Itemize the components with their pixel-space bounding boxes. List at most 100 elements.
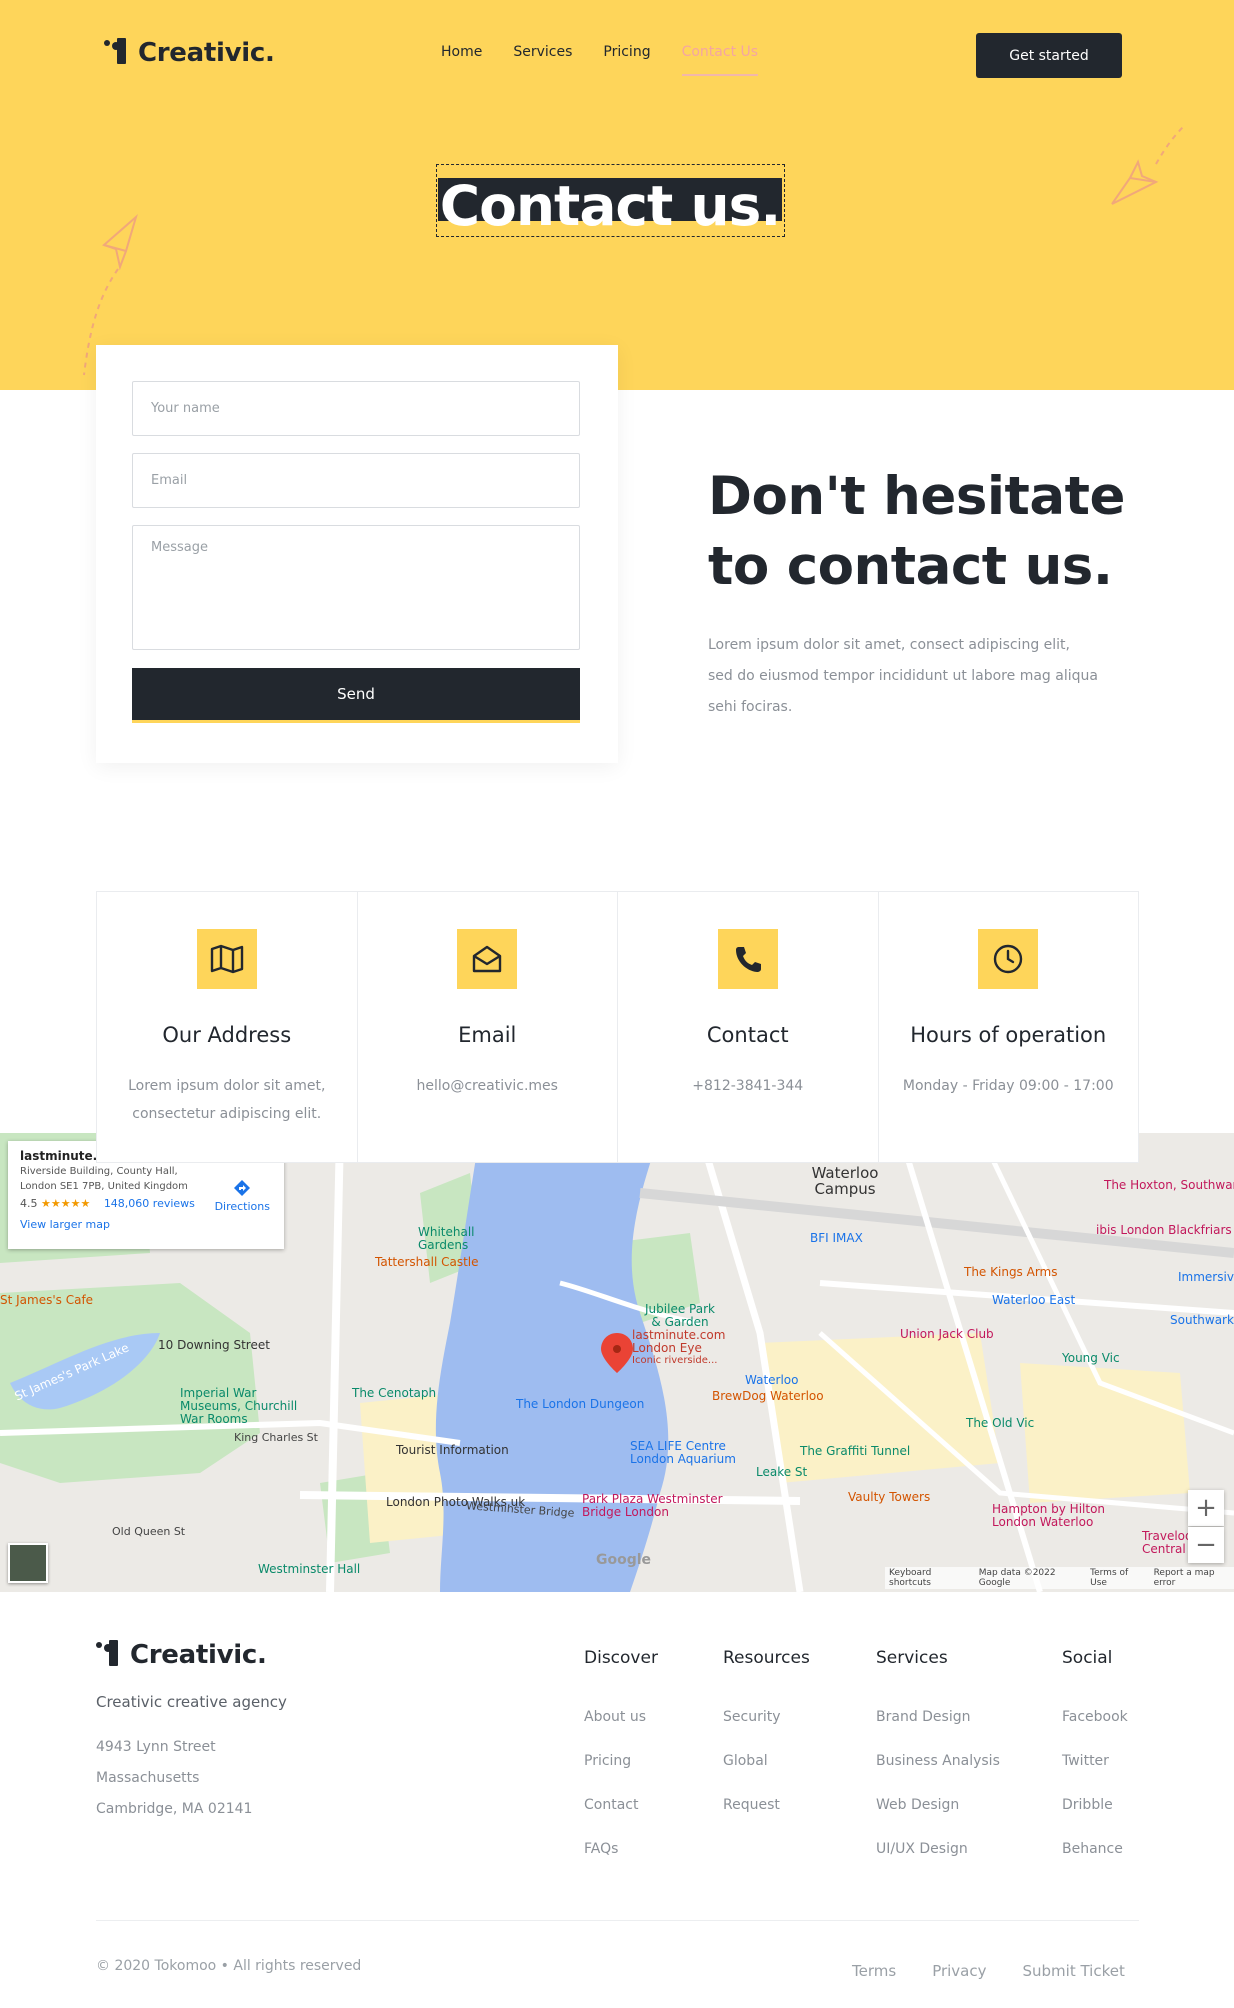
footer-link[interactable]: Brand Design — [876, 1695, 1000, 1739]
paper-plane-right-icon — [1111, 125, 1185, 205]
nav-services[interactable]: Services — [513, 44, 572, 76]
footer-link[interactable]: Contact — [584, 1783, 658, 1827]
footer-link[interactable]: UI/UX Design — [876, 1827, 1000, 1871]
directions-link[interactable]: Directions — [215, 1179, 270, 1213]
info-text: Monday - Friday 09:00 - 17:00 — [902, 1078, 1114, 1094]
zoom-out-button[interactable]: − — [1188, 1527, 1224, 1563]
footer-link[interactable]: Security — [723, 1695, 810, 1739]
map-label: Iconic riverside... — [632, 1355, 718, 1366]
map-label: lastminute.com London Eye — [632, 1328, 726, 1355]
footer-link[interactable]: Facebook — [1062, 1695, 1128, 1739]
map-label: The Old Vic — [966, 1416, 1035, 1430]
info-card-hours: Hours of operation Monday - Friday 09:00… — [879, 892, 1139, 1162]
nav-pricing[interactable]: Pricing — [603, 44, 650, 76]
footer-legal-links: Terms Privacy Submit Ticket — [852, 1962, 1125, 1980]
footer-column-title: Social — [1062, 1648, 1113, 1668]
zoom-in-button[interactable]: + — [1188, 1490, 1224, 1526]
contact-heading: Don't hesitate to contact us. — [708, 462, 1125, 602]
info-text: Lorem ipsum dolor sit amet, consectetur … — [128, 1078, 326, 1122]
footer-link[interactable]: Web Design — [876, 1783, 1000, 1827]
address-line: 4943 Lynn Street — [96, 1739, 216, 1755]
header-logo[interactable]: Creativic. — [104, 38, 275, 68]
info-text[interactable]: hello@creativic.mes — [378, 1072, 598, 1100]
rating-value: 4.5 — [20, 1197, 38, 1210]
report-error-link[interactable]: Report a map error — [1154, 1568, 1230, 1588]
terms-link[interactable]: Terms — [852, 1962, 896, 1980]
get-started-button[interactable]: Get started — [976, 33, 1122, 78]
map-label: Leake St — [756, 1465, 808, 1479]
logo-text: Creativic. — [138, 38, 275, 68]
info-card-email: Email hello@creativic.mes — [358, 892, 618, 1162]
footer-link[interactable]: Behance — [1062, 1827, 1128, 1871]
map-label: Young Vic — [1062, 1351, 1120, 1365]
footer-column-services: Services Brand Design Business Analysis … — [876, 1648, 1000, 1871]
map-label: Westminster Hall — [258, 1562, 361, 1576]
copyright-text: © 2020 Tokomoo • All rights reserved — [96, 1958, 362, 1974]
map-attribution: Keyboard shortcuts Map data ©2022 Google… — [885, 1567, 1234, 1589]
reviews-link[interactable]: 148,060 reviews — [104, 1197, 195, 1210]
map-label: Jubilee Park & Garden — [645, 1302, 715, 1329]
main-nav: Home Services Pricing Contact Us — [441, 44, 759, 76]
hero-section: Creativic. Home Services Pricing Contact… — [0, 0, 1234, 390]
footer-link[interactable]: Pricing — [584, 1739, 658, 1783]
map-label: Tattershall Castle — [375, 1255, 479, 1269]
map-label: The Cenotaph — [352, 1386, 437, 1400]
embedded-map[interactable]: The London Dungeon SEA LIFE Centre Londo… — [0, 1133, 1234, 1592]
map-label: Park Plaza Westminster Bridge London — [582, 1492, 723, 1519]
footer-link[interactable]: Request — [723, 1783, 810, 1827]
info-title: Email — [458, 1023, 517, 1047]
message-textarea[interactable]: Message — [132, 525, 580, 650]
map-label: The London Dungeon — [516, 1397, 645, 1411]
map-label: ibis London Blackfriars — [1096, 1223, 1232, 1237]
keyboard-shortcuts-link[interactable]: Keyboard shortcuts — [889, 1568, 967, 1588]
privacy-link[interactable]: Privacy — [932, 1962, 986, 1980]
address-line: Cambridge, MA 02141 — [96, 1801, 253, 1817]
contact-description: Lorem ipsum dolor sit amet, consect adip… — [708, 637, 1098, 715]
map-label: Whitehall Gardens — [418, 1225, 475, 1252]
footer-logo[interactable]: Creativic. — [96, 1640, 267, 1670]
map-label: Vaulty Towers — [848, 1490, 931, 1504]
info-title: Contact — [706, 1023, 789, 1047]
footer-link[interactable]: Global — [723, 1739, 810, 1783]
info-text[interactable]: +812-3841-344 — [638, 1072, 858, 1100]
footer-link[interactable]: Business Analysis — [876, 1739, 1000, 1783]
email-input[interactable]: Email — [132, 453, 580, 508]
map-label: 10 Downing Street — [158, 1338, 270, 1352]
directions-label: Directions — [214, 1200, 270, 1213]
nav-contact-us[interactable]: Contact Us — [681, 44, 759, 76]
footer-link[interactable]: About us — [584, 1695, 658, 1739]
footer-address: 4943 Lynn Street Massachusetts Cambridge… — [96, 1732, 252, 1825]
contact-form: Your name Email Message Send — [96, 345, 618, 763]
footer-column-title: Resources — [723, 1648, 810, 1668]
view-larger-map-link[interactable]: View larger map — [20, 1218, 272, 1231]
footer-link[interactable]: Dribble — [1062, 1783, 1128, 1827]
footer-link[interactable]: Twitter — [1062, 1739, 1128, 1783]
footer-column-title: Services — [876, 1648, 948, 1668]
map-label: The Kings Arms — [964, 1265, 1058, 1279]
star-icon: ★★★★★ — [41, 1197, 91, 1210]
map-label: Union Jack Club — [900, 1327, 994, 1341]
page-title: Contact us. — [439, 174, 782, 238]
footer-link[interactable]: FAQs — [584, 1827, 658, 1871]
map-label: The Hoxton, Southwark — [1104, 1178, 1234, 1192]
map-label: Waterloo — [745, 1373, 799, 1387]
google-logo: Google — [596, 1552, 652, 1568]
terms-of-use-link[interactable]: Terms of Use — [1090, 1568, 1141, 1588]
send-button[interactable]: Send — [132, 668, 580, 723]
footer-column-title: Discover — [584, 1648, 658, 1668]
contact-heading-line2: to contact us. — [708, 536, 1113, 597]
map-label: Hampton by Hilton London Waterloo — [992, 1502, 1106, 1529]
info-card-address: Our Address Lorem ipsum dolor sit amet, … — [97, 892, 358, 1162]
footer-column-discover: Discover About us Pricing Contact FAQs — [584, 1648, 658, 1871]
map-label: King Charles St — [234, 1431, 318, 1444]
submit-ticket-link[interactable]: Submit Ticket — [1023, 1962, 1125, 1980]
envelope-icon — [457, 929, 518, 989]
info-title: Our Address — [162, 1023, 292, 1047]
name-input[interactable]: Your name — [132, 381, 580, 436]
satellite-toggle[interactable] — [8, 1543, 48, 1583]
nav-home[interactable]: Home — [441, 44, 482, 76]
logo-icon — [96, 1640, 124, 1670]
logo-icon — [104, 38, 132, 68]
map-label: Waterloo East — [992, 1293, 1076, 1307]
map-label: The Graffiti Tunnel — [800, 1444, 911, 1458]
